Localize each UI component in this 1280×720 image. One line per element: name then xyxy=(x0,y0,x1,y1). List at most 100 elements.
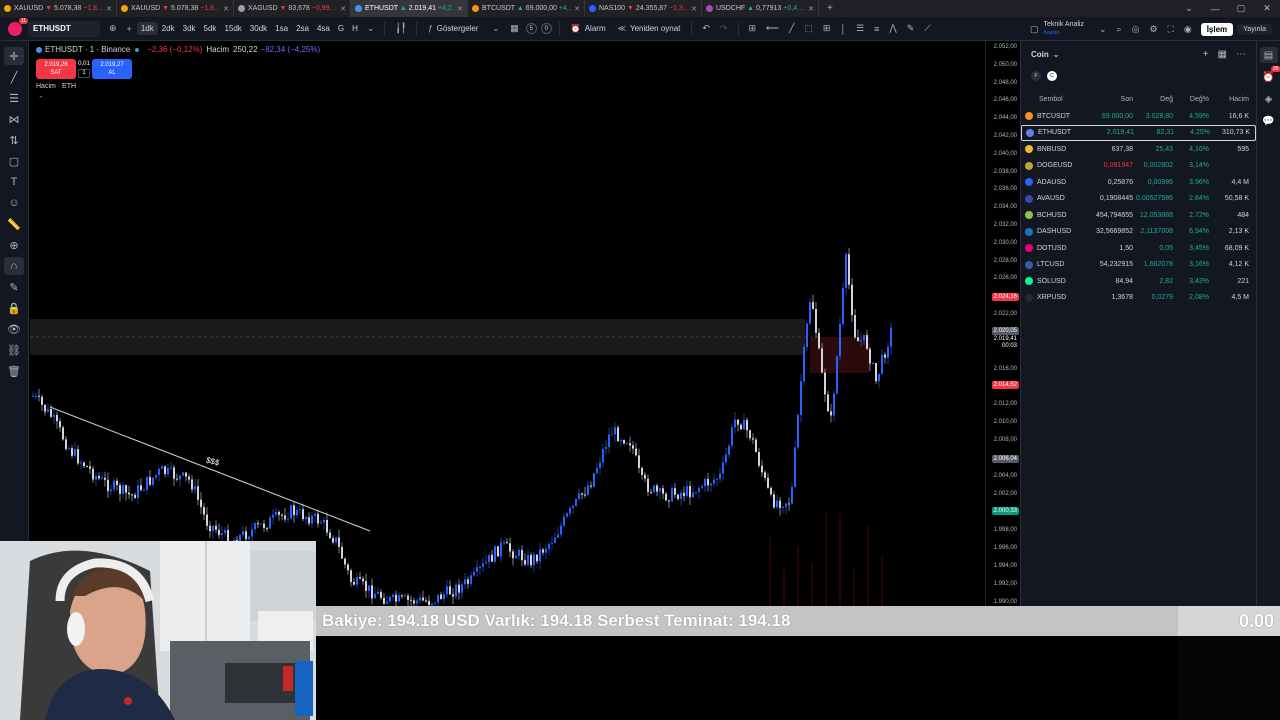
watchlist-row[interactable]: BNBUSD 637,38 25,43 4,16% 595 xyxy=(1021,141,1256,158)
more-timeframes-icon[interactable]: ⌄ xyxy=(362,23,380,34)
watchlist-row[interactable]: AVAUSD 0,1908445 0,00527586 2,84% 50,58 … xyxy=(1021,191,1256,208)
timeframe-option[interactable]: 30dk xyxy=(246,24,271,33)
col-last[interactable]: Son xyxy=(1093,96,1133,103)
ruler-tool-icon[interactable]: 📏 xyxy=(4,215,24,233)
quantity-field[interactable]: 0,01 1 xyxy=(78,61,90,78)
crosshair-icon[interactable]: ✛ xyxy=(4,47,24,65)
fib-tool-icon[interactable]: ☰ xyxy=(4,89,24,107)
maximize-button[interactable]: ▢ xyxy=(1228,3,1254,14)
watchlist-row[interactable]: DOGEUSD 0,091947 0,002802 3,14% xyxy=(1021,158,1256,175)
fib-icon[interactable]: ≡ xyxy=(869,24,884,34)
chat-icon[interactable]: 💬 xyxy=(1260,113,1278,129)
rectangle-icon[interactable]: ⬚ xyxy=(799,23,818,34)
candlestick-chart[interactable] xyxy=(30,41,985,606)
browser-tab[interactable]: ETHUSDT ▲ 2.019,41 +4,2… ✕ xyxy=(351,0,468,17)
browser-tab[interactable]: USDCHF ▲ 0,77913 +0,4… ✕ xyxy=(702,0,819,17)
watchlist-row[interactable]: DOTUSD 1,50 0,05 3,45% 68,09 K xyxy=(1021,240,1256,257)
settings-gear-icon[interactable]: ⚙ xyxy=(1144,24,1162,35)
trend-line-tool-icon[interactable]: ╱ xyxy=(4,68,24,86)
watchlist-row[interactable]: LTCUSD 54,232915 1,662078 3,16% 4,12 K xyxy=(1021,257,1256,274)
alerts-icon[interactable]: ⏰ 26 xyxy=(1260,66,1280,85)
watchlist-filter[interactable]: F xyxy=(1031,71,1041,81)
browser-tab[interactable]: NAS100 ▼ 24.355,87 −1,3… ✕ xyxy=(585,0,702,17)
symbol-search-input[interactable]: ETHUSDT xyxy=(28,20,100,37)
close-tab-icon[interactable]: ✕ xyxy=(691,5,697,13)
timeframe-option[interactable]: 15dk xyxy=(220,24,245,33)
technical-analysis-layout[interactable]: Teknik Analiz Kaydet xyxy=(1044,21,1084,37)
close-tab-icon[interactable]: ✕ xyxy=(340,5,346,13)
timeframe-option[interactable]: 1dk xyxy=(136,22,158,35)
watchlist-title[interactable]: Coin xyxy=(1031,50,1049,59)
add-symbol-icon[interactable]: + xyxy=(122,24,137,34)
timeframe-option[interactable]: 4sa xyxy=(313,24,334,33)
trend-line-icon[interactable]: ╱ xyxy=(784,23,799,34)
close-tab-icon[interactable]: ✕ xyxy=(457,5,463,13)
timeframe-option[interactable]: 1sa xyxy=(271,24,292,33)
watchlist-row[interactable]: ADAUSD 0,25876 0,00986 3,96% 4,4 M xyxy=(1021,174,1256,191)
browser-tab[interactable]: XAGUSD ▼ 83,678 −0,99… ✕ xyxy=(234,0,351,17)
camera-icon[interactable]: ◉ xyxy=(1179,24,1197,35)
add-symbol-icon[interactable]: + xyxy=(1203,49,1209,60)
timeframe-option[interactable]: G xyxy=(334,24,348,33)
text-tool-icon[interactable]: T xyxy=(4,173,24,191)
layout-grid-icon[interactable]: ⊞ xyxy=(744,23,762,34)
alarm-button[interactable]: ⏰ Alarm xyxy=(565,24,612,33)
browser-tab[interactable]: XAUUSD ▼ 5.078,38 −1,8… ✕ xyxy=(0,0,117,17)
undo-icon[interactable]: ↶ xyxy=(697,23,715,34)
hide-drawings-icon[interactable]: 👁 xyxy=(4,320,24,338)
timeframe-option[interactable]: H xyxy=(348,24,362,33)
layout-chevron-icon[interactable]: ⌄ xyxy=(1094,24,1112,35)
more-options-icon[interactable]: ⋯ xyxy=(1236,49,1246,60)
zoom-tool-icon[interactable]: ⊕ xyxy=(4,236,24,254)
parallel-channel-icon[interactable]: ☰ xyxy=(851,23,869,34)
candle-type-icon[interactable]: ╽╿ xyxy=(390,23,411,34)
trash-icon[interactable]: 🗑 xyxy=(4,362,24,380)
path-icon[interactable]: ⟋ xyxy=(919,23,935,34)
col-symbol[interactable]: Sembol xyxy=(1025,96,1093,103)
timeframe-option[interactable]: 2sa xyxy=(292,24,313,33)
col-change-pct[interactable]: Değ% xyxy=(1173,96,1209,103)
grid-icon[interactable]: ⊞ xyxy=(818,23,836,34)
close-tab-icon[interactable]: ✕ xyxy=(574,5,580,13)
watchlist-filter[interactable]: C xyxy=(1047,71,1057,81)
sell-button[interactable]: 2.019,26 SAT xyxy=(36,59,76,79)
close-tab-icon[interactable]: ✕ xyxy=(106,5,112,13)
watchlist-row[interactable]: BCHUSD 454,794655 12,053888 2,72% 484 xyxy=(1021,207,1256,224)
pattern-tool-icon[interactable]: ⋈ xyxy=(4,110,24,128)
close-window-button[interactable]: ✕ xyxy=(1254,3,1280,14)
timeframe-option[interactable]: 5dk xyxy=(200,24,221,33)
timeframe-option[interactable]: 3dk xyxy=(179,24,200,33)
watchlist-row[interactable]: XRPUSD 1,3678 0,0279 2,08% 4,5 M xyxy=(1021,290,1256,307)
browser-tab[interactable]: XAUUSD ▼ 5.078,38 −1,8… ✕ xyxy=(117,0,234,17)
fullscreen-icon[interactable]: ⛶ xyxy=(1163,24,1179,35)
pattern-icon[interactable]: ⋀ xyxy=(884,23,901,34)
user-avatar[interactable]: 11 xyxy=(8,17,28,36)
replay-button[interactable]: ≪ Yeniden oynat xyxy=(612,24,687,33)
lock-icon[interactable]: 🔒 xyxy=(4,299,24,317)
shapes-tool-icon[interactable]: ▢ xyxy=(4,152,24,170)
close-tab-icon[interactable]: ✕ xyxy=(808,5,814,13)
forecast-tool-icon[interactable]: ⇅ xyxy=(4,131,24,149)
stay-drawing-icon[interactable]: ✎ xyxy=(4,278,24,296)
redo-icon[interactable]: ↷ xyxy=(715,23,733,34)
watchlist-icon[interactable]: ▤ xyxy=(1259,47,1278,63)
templates-icon[interactable]: ▦ xyxy=(505,23,524,34)
advanced-view-icon[interactable]: ▦ xyxy=(1218,49,1227,60)
browser-tab[interactable]: BTCUSDT ▲ 69.000,00 +4,… ✕ xyxy=(468,0,585,17)
layers-icon[interactable]: ◈ xyxy=(1260,91,1278,107)
search-icon[interactable]: ⌕ xyxy=(1112,24,1127,35)
compare-symbol-icon[interactable]: ⊕ xyxy=(104,23,122,34)
minimize-button[interactable]: — xyxy=(1202,4,1228,14)
quick-search-icon[interactable]: ◎ xyxy=(1127,24,1145,35)
magnet-tool-icon[interactable]: ∩ xyxy=(4,257,24,275)
watchlist-chevron-icon[interactable]: ⌄ xyxy=(1053,50,1060,59)
watchlist-row[interactable]: SOLUSD 84,94 2,82 3,43% 221 xyxy=(1021,273,1256,290)
close-tab-icon[interactable]: ✕ xyxy=(223,5,229,13)
trade-button[interactable]: İşlem xyxy=(1200,22,1234,36)
watchlist-row[interactable]: BTCUSDT 69.000,00 3.028,80 4,59% 16,6 K xyxy=(1021,108,1256,125)
watchlist-row[interactable]: DASHUSD 32,5669852 2,1137008 6,94% 2,13 … xyxy=(1021,224,1256,241)
buy-button[interactable]: 2.019,27 AL xyxy=(92,59,132,79)
emoji-tool-icon[interactable]: ☺ xyxy=(4,194,24,212)
col-volume[interactable]: Hacim xyxy=(1209,96,1249,103)
new-tab-button[interactable]: + xyxy=(819,3,841,14)
